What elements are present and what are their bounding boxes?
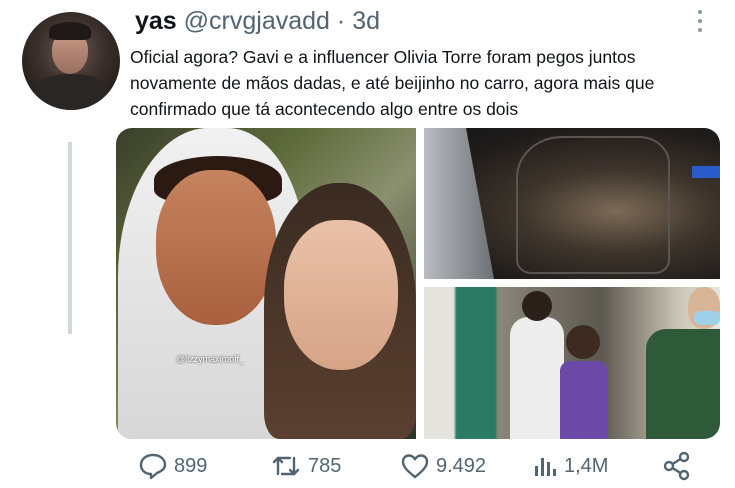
photo-watermark: @lizzymaximoff_ bbox=[176, 354, 244, 364]
views-icon bbox=[535, 458, 556, 476]
photo-car[interactable] bbox=[424, 128, 720, 279]
blue-light bbox=[692, 166, 720, 178]
photo-street[interactable] bbox=[424, 287, 720, 439]
tweet-text: Oficial agora? Gavi e a influencer Olivi… bbox=[130, 47, 655, 119]
photo-couple[interactable]: @lizzymaximoff_ bbox=[116, 128, 416, 439]
thread-line bbox=[68, 142, 72, 334]
girl-purple-top bbox=[560, 361, 608, 439]
timestamp[interactable]: 3d bbox=[352, 7, 380, 35]
avatar[interactable] bbox=[22, 12, 120, 110]
reply-count: 899 bbox=[174, 454, 208, 477]
boy-face bbox=[156, 170, 276, 325]
like-button[interactable]: 9.492 bbox=[400, 448, 486, 484]
reply-icon bbox=[139, 453, 167, 480]
man-head bbox=[522, 291, 552, 321]
media-grid: @lizzymaximoff_ bbox=[116, 128, 720, 439]
girl-head bbox=[566, 325, 600, 359]
car-frame bbox=[424, 128, 494, 279]
display-name[interactable]: yas bbox=[135, 7, 177, 35]
user-handle[interactable]: @crvgjavadd bbox=[184, 7, 330, 35]
share-icon bbox=[663, 451, 690, 481]
reply-button[interactable]: 899 bbox=[138, 448, 207, 484]
car-window bbox=[516, 136, 670, 274]
views-button[interactable]: 1,4M bbox=[532, 448, 608, 484]
retweet-button[interactable]: 785 bbox=[270, 448, 341, 484]
more-vertical-icon[interactable] bbox=[690, 10, 710, 32]
like-count: 9.492 bbox=[436, 454, 487, 477]
action-bar: 899 785 9.492 1,4M bbox=[0, 448, 735, 484]
man-white-shirt bbox=[510, 317, 564, 439]
heart-icon bbox=[401, 454, 429, 479]
separator-dot: · bbox=[336, 7, 346, 35]
girl-face bbox=[284, 220, 398, 370]
tweet-header: yas @crvgjavadd · 3d bbox=[135, 6, 380, 36]
face-mask bbox=[694, 311, 720, 325]
share-button[interactable] bbox=[662, 448, 692, 484]
avatar-hair bbox=[49, 22, 91, 40]
man-green-shirt bbox=[646, 329, 720, 439]
retweet-icon bbox=[272, 456, 300, 476]
retweet-count: 785 bbox=[308, 454, 342, 477]
views-count: 1,4M bbox=[564, 454, 609, 477]
avatar-body bbox=[30, 74, 112, 110]
